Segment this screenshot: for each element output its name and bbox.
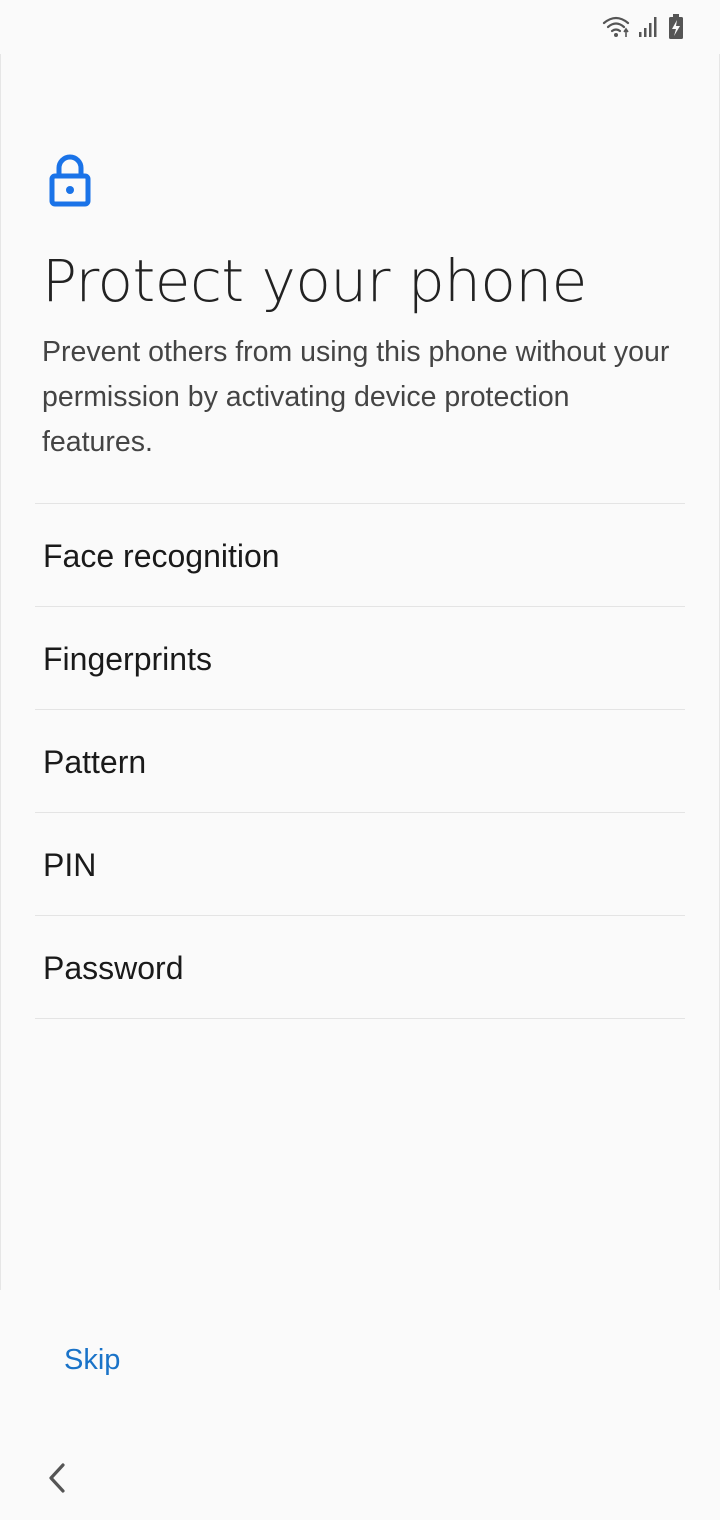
lock-icon [48,154,92,208]
setup-screen: Protect your phone Prevent others from u… [0,0,720,1520]
page-description: Prevent others from using this phone wit… [42,336,670,458]
wifi-icon [602,15,630,39]
chevron-left-icon [44,1463,72,1498]
option-password[interactable]: Password [35,916,685,1019]
option-label: Password [43,949,184,986]
option-label: PIN [43,846,97,883]
option-face-recognition[interactable]: Face recognition [35,504,685,607]
back-button[interactable] [44,1462,72,1494]
option-pattern[interactable]: Pattern [35,710,685,813]
status-bar [0,0,720,54]
option-pin[interactable]: PIN [35,813,685,916]
signal-icon [638,15,660,39]
option-label: Fingerprints [43,640,212,677]
security-options-list: Face recognition Fingerprints Pattern PI… [35,503,685,1019]
option-label: Pattern [43,743,147,780]
option-label: Face recognition [43,537,280,574]
status-icons [602,14,684,40]
page-title: Protect your phone [42,247,587,315]
option-fingerprints[interactable]: Fingerprints [35,607,685,710]
skip-button[interactable]: Skip [64,1344,120,1377]
battery-charging-icon [668,14,684,40]
